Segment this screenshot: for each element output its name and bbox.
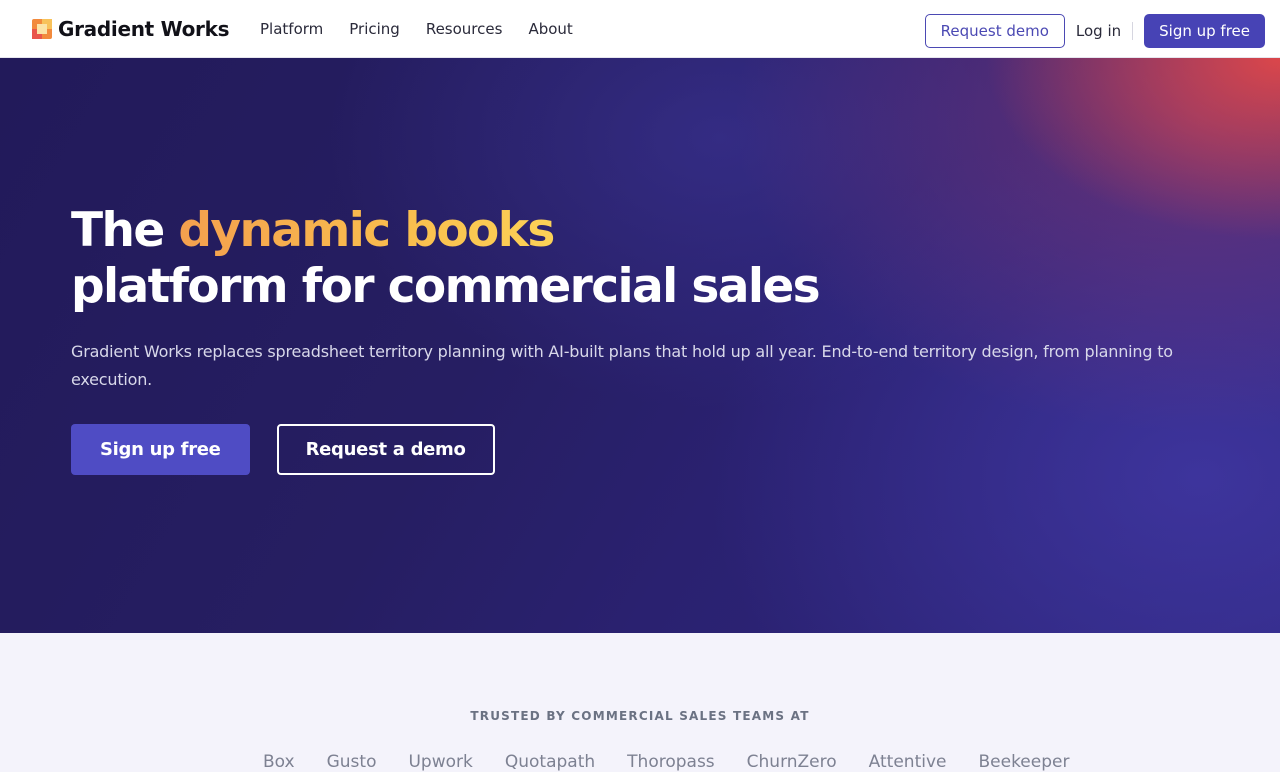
customer-logo-gusto: Gusto xyxy=(326,752,377,772)
customer-logo-upwork: Upwork xyxy=(408,752,473,772)
nav-link-pricing[interactable]: Pricing xyxy=(349,20,400,38)
customer-logo-churnzero: ChurnZero xyxy=(746,752,837,772)
trusted-by-section: TRUSTED BY COMMERCIAL SALES TEAMS AT Box… xyxy=(0,633,1280,772)
customer-logo-attentive: Attentive xyxy=(868,752,947,772)
nav-actions: Request demo Log in Sign up free xyxy=(924,14,1265,48)
request-demo-button[interactable]: Request demo xyxy=(924,14,1065,48)
customer-logo-beekeeper: Beekeeper xyxy=(978,752,1070,772)
top-nav: Gradient Works Platform Pricing Resource… xyxy=(0,0,1280,58)
headline-highlight: dynamic books xyxy=(178,203,555,258)
nav-divider xyxy=(1132,22,1134,40)
customer-logo-box: Box xyxy=(263,752,295,772)
customer-logo-quotapath: Quotapath xyxy=(504,752,596,772)
primary-nav: Platform Pricing Resources About xyxy=(260,20,599,38)
headline-line-2: platform for commercial sales xyxy=(71,259,821,314)
nav-link-about[interactable]: About xyxy=(528,20,572,38)
login-link[interactable]: Log in xyxy=(1076,22,1121,40)
brand-logo[interactable]: Gradient Works xyxy=(32,17,230,41)
brand-name: Gradient Works xyxy=(58,17,230,41)
trusted-by-label: TRUSTED BY COMMERCIAL SALES TEAMS AT xyxy=(470,709,810,723)
hero-section: The dynamic books platform for commercia… xyxy=(0,58,1280,633)
hero-subtitle: Gradient Works replaces spreadsheet terr… xyxy=(71,342,1173,389)
nav-link-resources[interactable]: Resources xyxy=(426,20,503,38)
hero-request-demo-button[interactable]: Request a demo xyxy=(276,424,495,475)
gradient-works-logo-icon xyxy=(32,19,52,39)
nav-link-platform[interactable]: Platform xyxy=(260,20,323,38)
customer-logo-thoropass: Thoropass xyxy=(627,752,715,772)
hero-signup-button[interactable]: Sign up free xyxy=(71,424,250,475)
hero-cta-row: Sign up free Request a demo xyxy=(71,424,495,475)
headline-prefix: The xyxy=(71,203,179,258)
hero-headline: The dynamic books platform for commercia… xyxy=(71,203,821,315)
customer-logos: Box Gusto Upwork Quotapath Thoropass Chu… xyxy=(263,752,1101,772)
signup-button[interactable]: Sign up free xyxy=(1144,14,1265,48)
